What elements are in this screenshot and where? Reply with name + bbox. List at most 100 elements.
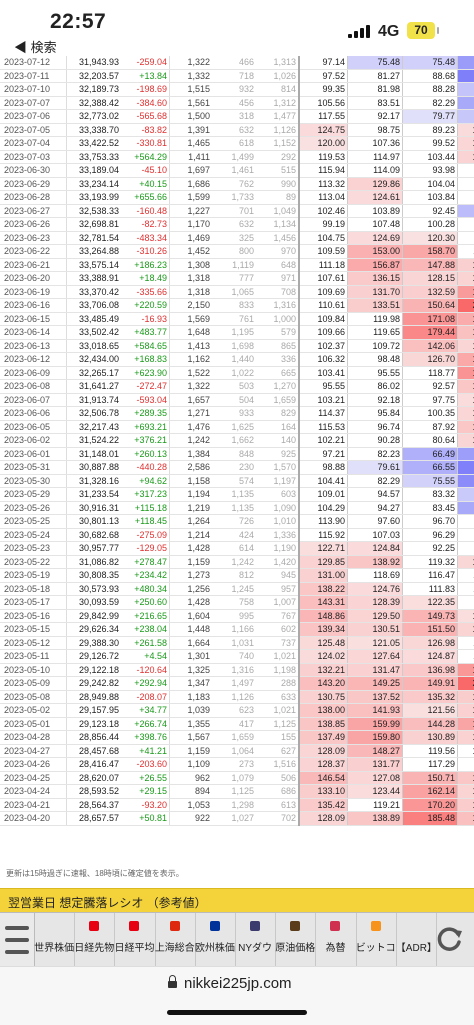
table-cell-r1: 128.37 xyxy=(299,758,348,772)
nav-item-label: 【ADR】 xyxy=(396,939,436,954)
table-cell-r4: 99.33 xyxy=(458,191,474,205)
update-footnote: 更新は15時過ぎに速報、18時頃に確定値を表示。 xyxy=(6,868,184,879)
table-cell-v2: 848 xyxy=(212,447,256,461)
table-row: 2023-06-1533,485.49-16.931,5697611,00010… xyxy=(0,312,474,326)
table-cell-v2: 726 xyxy=(212,515,256,529)
table-cell-chg: -129.05 xyxy=(121,542,170,556)
table-cell-r4: 129.41 xyxy=(458,623,474,637)
table-cell-r3: 83.32 xyxy=(403,488,458,502)
table-cell-r1: 109.66 xyxy=(299,326,348,340)
table-cell-date: 2023-05-08 xyxy=(0,690,67,704)
table-cell-v2: 1,659 xyxy=(212,731,256,745)
table-cell-r4: 126.53 xyxy=(458,555,474,569)
table-cell-r3: 151.50 xyxy=(403,623,458,637)
table-cell-chg: -93.20 xyxy=(121,798,170,812)
table-cell-v1: 1,332 xyxy=(170,69,213,83)
table-cell-r2: 138.92 xyxy=(348,555,403,569)
table-cell-r1: 104.29 xyxy=(299,501,348,515)
table-cell-chg: +238.04 xyxy=(121,623,170,637)
nav-item[interactable]: 日経先物 xyxy=(74,913,115,967)
nav-item[interactable]: 日経平均 xyxy=(114,913,155,967)
table-row: 2023-05-2630,916.31+115.181,2191,1351,09… xyxy=(0,501,474,515)
table-cell-r4: 103.89 xyxy=(458,744,474,758)
table-cell-v3: 1,336 xyxy=(256,528,299,542)
table-cell-v3: 633 xyxy=(256,690,299,704)
ratio-section-header[interactable]: 翌営業日 想定騰落レシオ （参考値） xyxy=(0,888,474,913)
table-cell-date: 2023-04-20 xyxy=(0,812,67,826)
nav-item[interactable]: 為替 xyxy=(315,913,356,967)
table-cell-r4: 123.55 xyxy=(458,393,474,407)
nav-item[interactable]: 【ADR】 xyxy=(396,913,437,967)
table-cell-chg: +260.13 xyxy=(121,447,170,461)
flag-icon xyxy=(290,921,300,931)
table-cell-r2: 127.08 xyxy=(348,771,403,785)
table-cell-r4: 137.81 xyxy=(458,771,474,785)
table-cell-v1: 1,109 xyxy=(170,758,213,772)
table-cell-chg: +564.29 xyxy=(121,150,170,164)
table-cell-r1: 146.54 xyxy=(299,771,348,785)
table-cell-date: 2023-05-19 xyxy=(0,569,67,583)
table-cell-v1: 1,604 xyxy=(170,609,213,623)
back-to-search-link[interactable]: ◀ 検索 xyxy=(14,37,57,56)
table-cell-v1: 1,500 xyxy=(170,110,213,124)
table-cell-date: 2023-06-14 xyxy=(0,326,67,340)
data-table-container[interactable]: 2023-07-1231,943.93-259.041,3224661,3139… xyxy=(0,56,474,864)
table-cell-v2: 1,079 xyxy=(212,771,256,785)
table-cell-r1: 139.34 xyxy=(299,623,348,637)
table-row: 2023-04-2628,416.47-203.601,1092731,5161… xyxy=(0,758,474,772)
table-cell-price: 32,506.78 xyxy=(67,407,122,421)
table-cell-date: 2023-06-28 xyxy=(0,191,67,205)
table-cell-v3: 1,198 xyxy=(256,663,299,677)
table-cell-v1: 1,522 xyxy=(170,366,213,380)
table-cell-v2: 1,298 xyxy=(212,798,256,812)
table-cell-r1: 132.21 xyxy=(299,663,348,677)
table-cell-v3: 1,021 xyxy=(256,704,299,718)
table-cell-r1: 105.56 xyxy=(299,96,348,110)
nav-item[interactable]: ビットコ xyxy=(356,913,397,967)
table-row: 2023-07-1231,943.93-259.041,3224661,3139… xyxy=(0,56,474,69)
table-cell-v3: 1,516 xyxy=(256,758,299,772)
nav-item[interactable]: NYダウ xyxy=(235,913,276,967)
table-cell-v3: 1,659 xyxy=(256,393,299,407)
table-cell-price: 31,943.93 xyxy=(67,56,122,69)
nav-item[interactable]: 上海総合 xyxy=(155,913,196,967)
table-cell-v2: 1,625 xyxy=(212,420,256,434)
nav-item[interactable]: 欧州株価 xyxy=(195,913,236,967)
table-cell-chg: +40.15 xyxy=(121,177,170,191)
table-cell-v1: 1,476 xyxy=(170,420,213,434)
menu-icon[interactable] xyxy=(0,913,35,967)
table-cell-v3: 648 xyxy=(256,258,299,272)
flag-icon xyxy=(210,921,220,931)
table-cell-r3: 111.83 xyxy=(403,582,458,596)
table-row: 2023-06-2332,781.54-483.341,4693251,4561… xyxy=(0,231,474,245)
table-cell-v2: 1,242 xyxy=(212,555,256,569)
table-cell-r4: 116.49 xyxy=(458,636,474,650)
table-row: 2023-06-1232,434.00+168.831,1621,4403361… xyxy=(0,353,474,367)
table-cell-date: 2023-05-17 xyxy=(0,596,67,610)
table-cell-r2: 94.57 xyxy=(348,488,403,502)
table-cell-v2: 932 xyxy=(212,83,256,97)
table-cell-chg: -160.48 xyxy=(121,204,170,218)
table-row: 2023-04-2028,657.57+50.819221,027702128.… xyxy=(0,812,474,826)
table-cell-v2: 1,125 xyxy=(212,785,256,799)
table-cell-date: 2023-06-23 xyxy=(0,231,67,245)
table-row: 2023-05-1730,093.59+250.601,4287581,0071… xyxy=(0,596,474,610)
table-cell-r2: 94.27 xyxy=(348,501,403,515)
table-row: 2023-06-3033,189.04-45.101,6971,46151511… xyxy=(0,164,474,178)
table-cell-r1: 102.37 xyxy=(299,339,348,353)
table-cell-v3: 1,007 xyxy=(256,596,299,610)
refresh-icon[interactable] xyxy=(436,925,464,953)
table-cell-r4: 60.84 xyxy=(458,56,474,69)
nav-item[interactable]: 原油価格 xyxy=(275,913,316,967)
table-cell-v2: 318 xyxy=(212,110,256,124)
table-cell-v3: 1,126 xyxy=(256,123,299,137)
browser-url-bar[interactable]: nikkei225jp.com xyxy=(0,966,474,1025)
table-cell-v3: 957 xyxy=(256,582,299,596)
nav-item[interactable]: 世界株価 xyxy=(34,913,75,967)
table-cell-r3: 142.06 xyxy=(403,339,458,353)
table-cell-price: 32,217.43 xyxy=(67,420,122,434)
table-cell-v2: 273 xyxy=(212,758,256,772)
table-cell-r3: 158.70 xyxy=(403,245,458,259)
table-cell-r1: 115.92 xyxy=(299,528,348,542)
table-cell-v3: 1,312 xyxy=(256,96,299,110)
